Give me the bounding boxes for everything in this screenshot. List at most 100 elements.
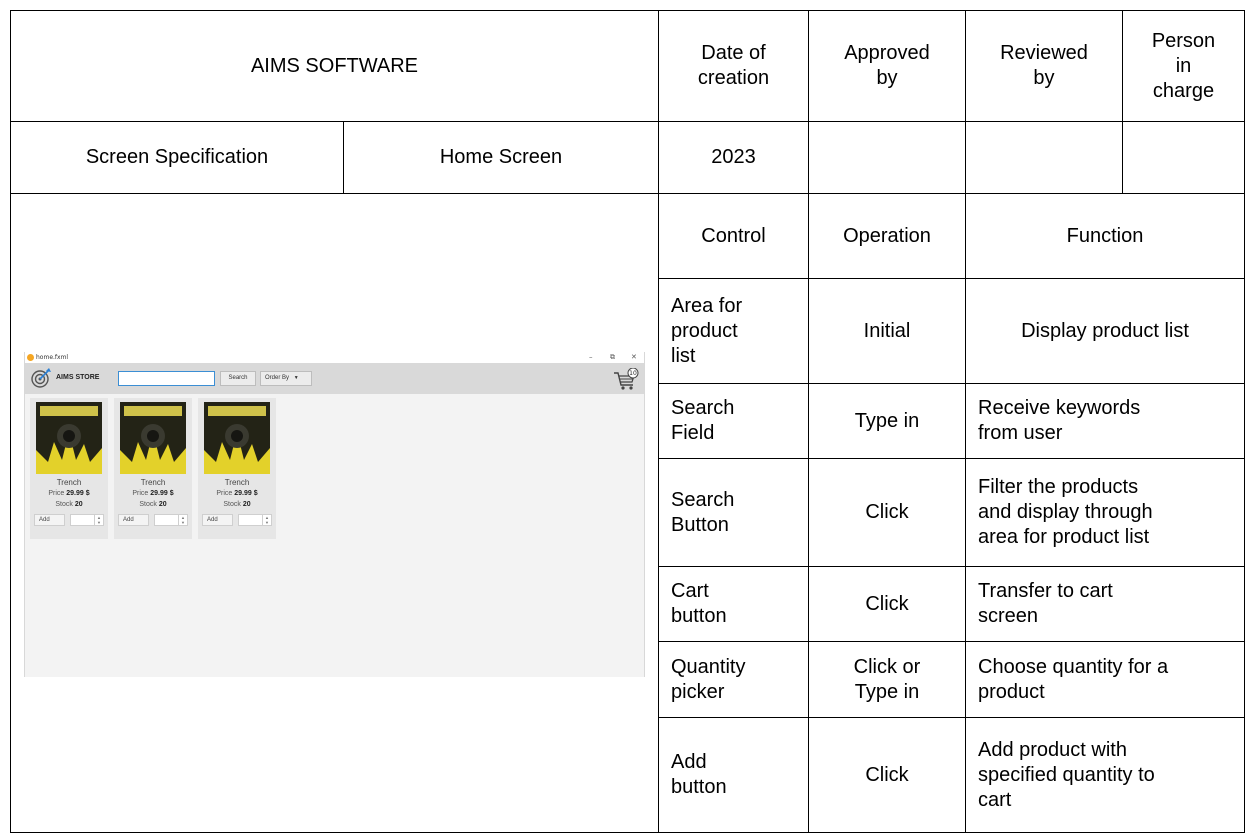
quantity-spinner-icon[interactable]: ▲ ▼ (94, 515, 103, 525)
spec-row-function: Choose quantity for a product (965, 641, 1245, 718)
spec-row-control: Quantity picker (658, 641, 809, 718)
product-price: Price 29.99 $ (30, 490, 108, 497)
product-image (204, 402, 270, 474)
operation-text: Click (865, 592, 909, 615)
quantity-picker[interactable]: ▲ ▼ (238, 514, 272, 526)
minimize-icon[interactable]: – (589, 353, 593, 361)
company-name-cell: AIMS SOFTWARE (10, 10, 659, 122)
stock-label: Stock (139, 501, 157, 508)
person-in-charge-value-cell (1122, 121, 1245, 194)
search-input[interactable] (118, 371, 215, 386)
date-value: 2023 (711, 146, 756, 168)
product-card: Trench Price 29.99 $ Stock 20 Add ▲ ▼ (114, 398, 192, 539)
spec-row-function: Display product list (965, 278, 1245, 384)
quantity-picker[interactable]: ▲ ▼ (70, 514, 104, 526)
spec-row-control: Area for product list (658, 278, 809, 384)
product-name: Trench (140, 478, 166, 487)
spec-row-operation: Click (808, 566, 966, 642)
stock-value: 20 (158, 501, 167, 508)
spec-row-operation: Click or Type in (808, 641, 966, 718)
add-button[interactable]: Add (202, 514, 233, 526)
date-value-cell: 2023 (658, 121, 809, 194)
control-header-label: Control (701, 224, 766, 247)
product-card: Trench Price 29.99 $ Stock 20 Add ▲ ▼ (30, 398, 108, 539)
product-price: Price 29.99 $ (114, 490, 192, 497)
order-by-dropdown[interactable]: Order By ▼ (260, 371, 312, 386)
product-name: Trench (224, 478, 250, 487)
operation-text: Click (865, 763, 909, 786)
cart-button-icon[interactable]: 10 (613, 368, 639, 392)
album-cover-image (36, 402, 102, 474)
spec-row-operation: Type in (808, 383, 966, 459)
control-text: Search Field (671, 397, 735, 444)
control-text: Area for product list (671, 294, 743, 367)
product-name: Trench (56, 478, 82, 487)
person-in-charge-header: Person in charge (1122, 10, 1245, 122)
date-of-creation-label: Date of creation (697, 42, 770, 89)
restore-icon[interactable]: ⧉ (610, 353, 615, 362)
function-header: Function (965, 193, 1245, 279)
order-by-label: Order By (265, 375, 290, 381)
function-text: Filter the products and display through … (978, 476, 1153, 548)
price-label: Price (216, 490, 233, 497)
screen-name-cell: Home Screen (343, 121, 659, 194)
function-text: Transfer to cart screen (978, 580, 1113, 627)
product-stock: Stock 20 (30, 501, 108, 508)
search-button[interactable]: Search (220, 371, 256, 386)
quantity-spinner-icon[interactable]: ▲ ▼ (178, 515, 187, 525)
spec-row-control: Cart button (658, 566, 809, 642)
approved-by-value-cell (808, 121, 966, 194)
product-image (36, 402, 102, 474)
control-text: Search Button (671, 488, 735, 536)
product-image (120, 402, 186, 474)
stock-label: Stock (55, 501, 73, 508)
app-toolbar: AIMS STORE Search Order By ▼ 10 (25, 363, 644, 394)
album-cover-image (120, 402, 186, 474)
reviewed-by-value-cell (965, 121, 1123, 194)
spec-row-operation: Initial (808, 278, 966, 384)
function-header-label: Function (1066, 224, 1144, 247)
price-value: 29.99 $ (150, 490, 174, 497)
window-titlebar: home.fxml – ⧉ ✕ (25, 352, 644, 363)
function-text: Choose quantity for a product (978, 655, 1169, 703)
price-label: Price (132, 490, 149, 497)
price-label: Price (48, 490, 65, 497)
control-text: Cart button (671, 580, 727, 627)
quantity-picker[interactable]: ▲ ▼ (154, 514, 188, 526)
operation-header: Operation (808, 193, 966, 279)
add-button[interactable]: Add (34, 514, 65, 526)
spec-row-control: Search Button (658, 458, 809, 567)
product-card: Trench Price 29.99 $ Stock 20 Add ▲ ▼ (198, 398, 276, 539)
approved-by-header: Approved by (808, 10, 966, 122)
spec-row-control: Add button (658, 717, 809, 833)
app-screenshot: home.fxml – ⧉ ✕ AIMS STORE Search Order … (24, 352, 645, 677)
add-button[interactable]: Add (118, 514, 149, 526)
operation-text: Initial (863, 319, 911, 342)
operation-text: Type in (854, 409, 920, 432)
quantity-spinner-icon[interactable]: ▲ ▼ (262, 515, 271, 525)
product-stock: Stock 20 (198, 501, 276, 508)
spec-row-function: Receive keywords from user (965, 383, 1245, 459)
stock-label: Stock (223, 501, 241, 508)
product-price: Price 29.99 $ (198, 490, 276, 497)
cart-count: 10 (629, 370, 637, 377)
close-icon[interactable]: ✕ (631, 353, 637, 361)
doc-type: Screen Specification (85, 146, 269, 168)
doc-type-cell: Screen Specification (10, 121, 344, 194)
screen-name: Home Screen (439, 146, 563, 168)
control-text: Quantity picker (671, 655, 746, 703)
reviewed-by-header: Reviewed by (965, 10, 1123, 122)
store-brand: AIMS STORE (56, 374, 100, 381)
control-text: Add button (671, 751, 727, 798)
reviewed-by-label: Reviewed by (1000, 42, 1088, 89)
function-text: Add product with specified quantity to c… (978, 738, 1155, 811)
spec-row-control: Search Field (658, 383, 809, 459)
spec-row-function: Filter the products and display through … (965, 458, 1245, 567)
spec-row-function: Transfer to cart screen (965, 566, 1245, 642)
operation-text: Click (865, 501, 909, 523)
chevron-down-icon: ▼ (293, 375, 299, 381)
app-window-icon (27, 354, 34, 361)
album-cover-image (204, 402, 270, 474)
window-title: home.fxml (36, 354, 69, 361)
operation-header-label: Operation (843, 224, 931, 247)
